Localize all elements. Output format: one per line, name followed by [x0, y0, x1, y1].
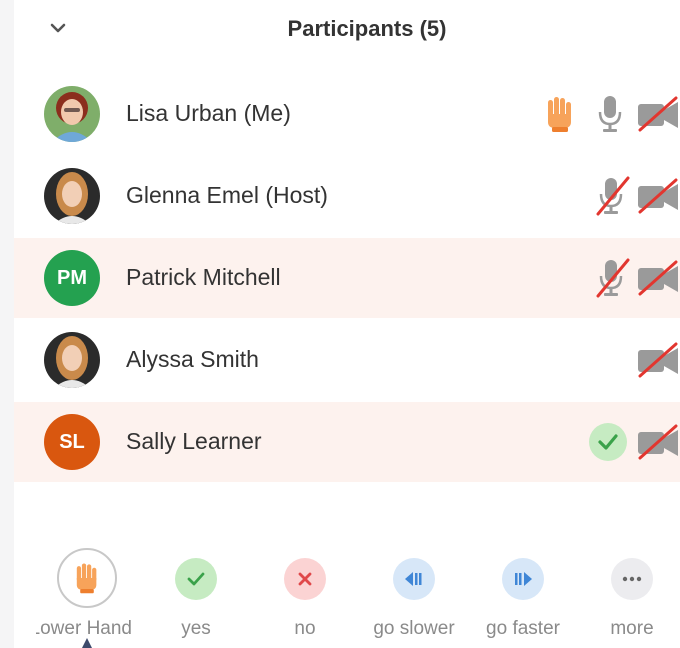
participant-row[interactable]: SL Sally Learner: [14, 402, 680, 482]
reaction-label: no: [294, 618, 316, 639]
check-icon: [589, 423, 627, 461]
participants-panel: Participants (5) Lisa Urban (Me) Glenna …: [14, 0, 680, 648]
participant-row[interactable]: PM Patrick Mitchell: [14, 238, 680, 318]
nonverbal-feedback-bar: Lower Hand yes no go slower go faster mo…: [14, 548, 680, 648]
video-off-icon[interactable]: [636, 178, 680, 214]
video-off-icon[interactable]: [636, 96, 680, 132]
avatar: [44, 86, 100, 142]
reaction-label: go slower: [373, 618, 455, 639]
participant-name: Patrick Mitchell: [126, 264, 281, 290]
avatar: [44, 168, 100, 224]
video-off-icon[interactable]: [636, 260, 680, 296]
participant-name: Lisa Urban (Me): [126, 100, 291, 126]
lower-hand-button[interactable]: Lower Hand: [32, 548, 142, 648]
participant-name: Alyssa Smith: [126, 346, 259, 372]
yes-button[interactable]: yes: [141, 548, 251, 648]
more-button[interactable]: more: [577, 548, 680, 648]
panel-header: Participants (5): [14, 0, 680, 62]
participant-name: Sally Learner: [126, 428, 262, 454]
panel-title: Participants (5): [287, 16, 447, 41]
reaction-label: go faster: [486, 618, 560, 639]
go-faster-button[interactable]: go faster: [468, 548, 578, 648]
x-icon: [284, 558, 326, 600]
avatar: PM: [44, 250, 100, 306]
go-slower-button[interactable]: go slower: [359, 548, 469, 648]
fast-forward-icon: [502, 558, 544, 600]
microphone-muted-icon[interactable]: [596, 176, 630, 216]
microphone-muted-icon[interactable]: [596, 258, 630, 298]
avatar: [44, 332, 100, 388]
hand-icon: [57, 548, 117, 608]
participant-row[interactable]: Alyssa Smith: [14, 320, 680, 400]
participant-row[interactable]: Glenna Emel (Host): [14, 156, 680, 236]
raised-hand-icon: [548, 97, 571, 132]
no-button[interactable]: no: [250, 548, 360, 648]
reaction-label: more: [610, 618, 654, 639]
participant-row[interactable]: Lisa Urban (Me): [14, 74, 680, 154]
reaction-label: yes: [181, 618, 211, 639]
video-off-icon[interactable]: [636, 342, 680, 378]
rewind-icon: [393, 558, 435, 600]
video-off-icon[interactable]: [636, 424, 680, 460]
participant-name: Glenna Emel (Host): [126, 182, 328, 208]
mouse-cursor: [82, 638, 92, 648]
avatar: SL: [44, 414, 100, 470]
ellipsis-icon: [611, 558, 653, 600]
check-icon: [175, 558, 217, 600]
microphone-icon[interactable]: [596, 94, 624, 134]
reaction-label: Lower Hand: [36, 618, 132, 639]
